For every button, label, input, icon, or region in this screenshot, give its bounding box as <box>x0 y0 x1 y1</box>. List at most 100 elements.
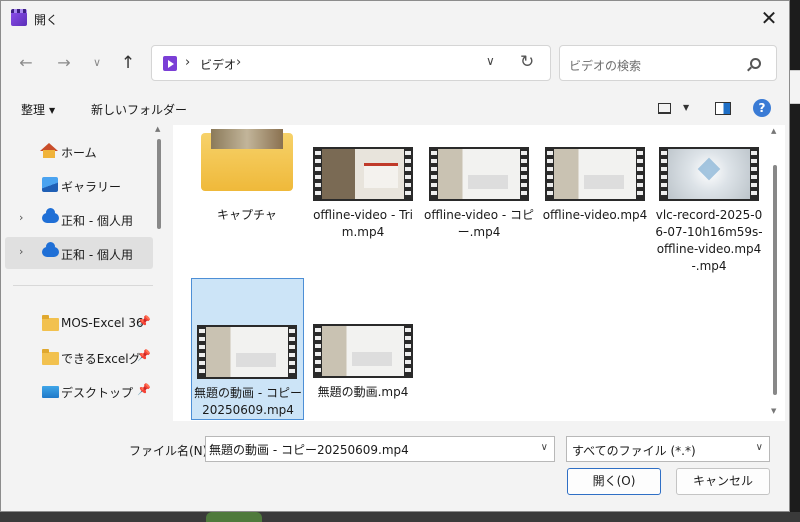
pin-icon[interactable]: 📌 <box>137 383 151 396</box>
sidebar-item-label: 正和 - 個人用 <box>61 248 133 262</box>
film-perforation <box>289 329 295 375</box>
file-item-folder[interactable]: キャプチャ <box>191 127 303 237</box>
background-strip <box>790 70 800 104</box>
sidebar-item-mos-excel[interactable]: MOS-Excel 36 📌 <box>5 307 153 339</box>
help-icon[interactable]: ? <box>753 99 771 117</box>
open-file-dialog: 開く ✕ ← → ∨ ↑ › ビデオ › ∨ ↻ ビデオの検索 整理 ▼ 新しいフ… <box>0 0 790 512</box>
film-perforation <box>521 151 527 197</box>
file-name: 無題の動画 - コピー20250609.mp4 <box>194 386 302 417</box>
cancel-button[interactable]: キャンセル <box>676 468 770 495</box>
scroll-up-arrow[interactable]: ▲ <box>771 127 776 135</box>
filetype-select[interactable]: すべてのファイル (*.*) ∨ <box>566 436 770 462</box>
file-list-pane: キャプチャ offline-video - Trim.mp4 offline-v… <box>173 125 785 421</box>
background-taskbar <box>0 512 800 522</box>
recent-locations-button[interactable]: ∨ <box>86 53 108 75</box>
video-frame <box>554 149 636 199</box>
video-thumbnail <box>429 147 529 201</box>
caret-down-icon: ▼ <box>49 106 56 115</box>
title-bar: 開く ✕ <box>1 1 789 37</box>
sidebar-item-label: MOS-Excel 36 <box>61 316 143 330</box>
cloud-icon <box>42 208 59 223</box>
breadcrumb-separator[interactable]: › <box>236 55 241 70</box>
home-icon <box>40 143 58 159</box>
expand-chevron-icon[interactable]: › <box>19 245 23 258</box>
film-perforation <box>315 151 321 197</box>
file-list-scrollbar[interactable] <box>773 165 777 395</box>
organize-menu-button[interactable]: 整理 ▼ <box>21 101 55 118</box>
film-perforation <box>661 151 667 197</box>
folder-icon <box>201 127 293 191</box>
scroll-up-arrow[interactable]: ▲ <box>155 125 160 133</box>
dialog-title: 開く <box>34 13 59 27</box>
film-perforation <box>405 328 411 374</box>
breadcrumb-videos[interactable]: ビデオ <box>200 56 236 73</box>
address-dropdown-button[interactable]: ∨ <box>486 54 495 68</box>
sidebar-item-onedrive[interactable]: › 正和 - 個人用 <box>5 203 153 235</box>
background-window <box>790 0 800 522</box>
breadcrumb-separator[interactable]: › <box>185 55 190 70</box>
cloud-icon <box>42 242 59 257</box>
video-thumbnail <box>197 325 297 379</box>
video-thumbnail <box>313 147 413 201</box>
navigation-pane: ホーム ギャラリー › 正和 - 個人用 › 正和 - 個人用 MOS-Exce… <box>1 125 163 421</box>
open-button[interactable]: 開く(O) <box>567 468 661 495</box>
file-item-video[interactable]: offline-video - Trim.mp4 <box>307 127 419 239</box>
file-item-video[interactable]: 無題の動画.mp4 <box>307 278 419 399</box>
address-bar[interactable]: › ビデオ › ∨ ↻ <box>151 45 551 81</box>
sidebar-item-label: 正和 - 個人用 <box>61 214 133 228</box>
video-thumbnail <box>659 147 759 201</box>
up-button[interactable]: ↑ <box>117 53 139 75</box>
pin-icon[interactable]: 📌 <box>137 315 151 328</box>
file-name: 無題の動画.mp4 <box>317 385 409 399</box>
back-button[interactable]: ← <box>15 53 37 75</box>
film-perforation <box>547 151 553 197</box>
view-options-caret[interactable]: ▼ <box>683 103 689 112</box>
film-perforation <box>637 151 643 197</box>
new-folder-button[interactable]: 新しいフォルダー <box>91 101 187 118</box>
sidebar-item-label: ギャラリー <box>61 180 122 194</box>
sidebar-item-desktop[interactable]: デスクトップ 📌 <box>5 375 153 407</box>
sidebar-item-home[interactable]: ホーム <box>5 135 153 167</box>
file-name: offline-video - Trim.mp4 <box>313 208 413 239</box>
chevron-down-icon[interactable]: ∨ <box>756 442 763 453</box>
file-item-video[interactable]: offline-video - コピー.mp4 <box>423 127 535 239</box>
sidebar-item-gallery[interactable]: ギャラリー <box>5 169 153 201</box>
desktop-icon <box>42 386 59 398</box>
expand-chevron-icon[interactable]: › <box>19 211 23 224</box>
filename-label: ファイル名(N): <box>129 444 212 458</box>
file-name: vlc-record-2025-06-07-10h16m59s-offline-… <box>655 208 763 273</box>
view-mode-icon[interactable] <box>658 103 671 114</box>
preview-pane-icon[interactable] <box>715 102 731 115</box>
file-item-video[interactable]: vlc-record-2025-06-07-10h16m59s-offline-… <box>653 127 765 275</box>
file-item-video-selected[interactable]: 無題の動画 - コピー20250609.mp4 <box>191 278 304 420</box>
filename-field[interactable]: ∨ <box>205 436 555 462</box>
sidebar-scrollbar[interactable] <box>157 139 161 229</box>
forward-button[interactable]: → <box>53 53 75 75</box>
film-perforation <box>405 151 411 197</box>
filetype-value: すべてのファイル (*.*) <box>572 444 696 458</box>
folder-preview <box>211 129 283 149</box>
sidebar-item-label: デスクトップ <box>61 386 134 400</box>
video-frame <box>322 149 404 199</box>
file-item-video[interactable]: offline-video.mp4 <box>539 127 651 237</box>
filename-input[interactable] <box>209 440 529 458</box>
sidebar-item-onedrive-selected[interactable]: › 正和 - 個人用 <box>5 237 153 269</box>
chevron-down-icon[interactable]: ∨ <box>541 442 548 453</box>
close-button[interactable]: ✕ <box>757 7 781 31</box>
sidebar-item-dekiru-excel[interactable]: できるExcelグラフ 📌 <box>5 341 153 373</box>
search-box[interactable]: ビデオの検索 <box>559 45 777 81</box>
pin-icon[interactable]: 📌 <box>137 349 151 362</box>
refresh-button[interactable]: ↻ <box>520 52 534 72</box>
clapperboard-icon <box>11 9 27 26</box>
video-thumbnail <box>313 324 413 378</box>
search-icon[interactable] <box>750 58 761 69</box>
sidebar-divider <box>13 285 153 286</box>
folder-icon <box>42 315 59 331</box>
background-app-tile <box>206 512 262 522</box>
videos-folder-icon <box>163 56 177 71</box>
file-name: キャプチャ <box>217 208 277 222</box>
scroll-down-arrow[interactable]: ▼ <box>771 407 776 415</box>
film-perforation <box>315 328 321 374</box>
video-thumbnail <box>545 147 645 201</box>
search-input[interactable]: ビデオの検索 <box>569 57 641 74</box>
